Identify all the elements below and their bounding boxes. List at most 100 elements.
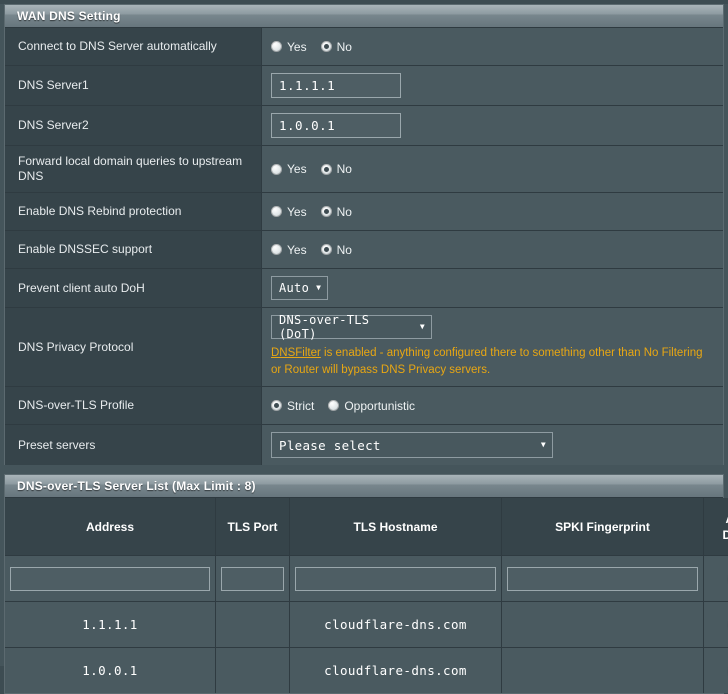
radio-label-no: No bbox=[337, 243, 352, 257]
row-dns-server2: DNS Server2 bbox=[5, 106, 723, 146]
cell-delete-button bbox=[704, 602, 728, 648]
router-dns-settings-page: WAN DNS Setting Connect to DNS Server au… bbox=[0, 4, 728, 666]
label-dns-rebind-protection: Enable DNS Rebind protection bbox=[5, 193, 262, 230]
preset-servers-value: Please select bbox=[279, 438, 381, 453]
prevent-client-auto-doh-dropdown[interactable]: Auto ▼ bbox=[271, 276, 328, 300]
radio-label-no: No bbox=[337, 162, 352, 176]
table-row: 1.1.1.1 cloudflare-dns.com bbox=[5, 602, 728, 648]
radio-label-yes: Yes bbox=[287, 40, 307, 54]
column-header-delete-line: Delete bbox=[708, 527, 728, 543]
value-dnssec-support: Yes No bbox=[262, 231, 723, 268]
column-header-tls-port: TLS Port bbox=[216, 498, 290, 556]
radio-label-no: No bbox=[337, 40, 352, 54]
radio-circle-selected-icon bbox=[321, 164, 332, 175]
cell-new-hostname bbox=[290, 556, 502, 602]
radio-group-dns-over-tls-profile: Strict Opportunistic bbox=[271, 399, 715, 413]
radio-forward-local-no[interactable]: No bbox=[321, 162, 352, 176]
preset-servers-dropdown[interactable]: Please select ▼ bbox=[271, 432, 553, 458]
value-preset-servers: Please select ▼ bbox=[262, 425, 723, 465]
row-connect-dns-automatically: Connect to DNS Server automatically Yes … bbox=[5, 28, 723, 66]
new-tls-hostname-input[interactable] bbox=[295, 567, 496, 591]
column-header-tls-hostname: TLS Hostname bbox=[290, 498, 502, 556]
row-dns-privacy-protocol: DNS Privacy Protocol DNS-over-TLS (DoT) … bbox=[5, 308, 723, 387]
radio-circle-selected-icon bbox=[321, 244, 332, 255]
radio-forward-local-yes[interactable]: Yes bbox=[271, 162, 307, 176]
new-tls-port-input[interactable] bbox=[221, 567, 284, 591]
dns-privacy-protocol-warning-text: is enabled - anything configured there t… bbox=[271, 347, 703, 376]
value-dns-server1 bbox=[262, 66, 723, 105]
radio-circle-icon bbox=[271, 244, 282, 255]
radio-dnssec-yes[interactable]: Yes bbox=[271, 243, 307, 257]
radio-label-yes: Yes bbox=[287, 162, 307, 176]
chevron-down-icon: ▼ bbox=[420, 323, 425, 331]
dns-privacy-protocol-warning: DNSFilter is enabled - anything configur… bbox=[271, 345, 715, 379]
cell-new-address bbox=[5, 556, 216, 602]
chevron-down-icon: ▼ bbox=[541, 441, 546, 449]
radio-rebind-no[interactable]: No bbox=[321, 205, 352, 219]
label-preset-servers: Preset servers bbox=[5, 425, 262, 465]
radio-circle-icon bbox=[328, 400, 339, 411]
radio-circle-selected-icon bbox=[321, 41, 332, 52]
table-row: 1.0.0.1 cloudflare-dns.com bbox=[5, 648, 728, 694]
radio-group-connect-dns-automatically: Yes No bbox=[271, 40, 715, 54]
dns-privacy-protocol-dropdown[interactable]: DNS-over-TLS (DoT) ▼ bbox=[271, 315, 432, 339]
label-dns-privacy-protocol: DNS Privacy Protocol bbox=[5, 308, 262, 386]
value-dns-server2 bbox=[262, 106, 723, 145]
radio-circle-icon bbox=[271, 164, 282, 175]
radio-connect-dns-yes[interactable]: Yes bbox=[271, 40, 307, 54]
cell-new-add-button bbox=[704, 556, 728, 602]
radio-label-yes: Yes bbox=[287, 205, 307, 219]
row-dns-server1: DNS Server1 bbox=[5, 66, 723, 106]
value-connect-dns-automatically: Yes No bbox=[262, 28, 723, 65]
label-connect-dns-automatically: Connect to DNS Server automatically bbox=[5, 28, 262, 65]
label-dns-server1: DNS Server1 bbox=[5, 66, 262, 105]
radio-circle-selected-icon bbox=[271, 400, 282, 411]
dnsfilter-link[interactable]: DNSFilter bbox=[271, 347, 321, 359]
new-address-input[interactable] bbox=[10, 567, 210, 591]
dns-privacy-protocol-value: DNS-over-TLS (DoT) bbox=[279, 313, 413, 341]
radio-profile-opportunistic[interactable]: Opportunistic bbox=[328, 399, 415, 413]
radio-connect-dns-no[interactable]: No bbox=[321, 40, 352, 54]
radio-group-dns-rebind-protection: Yes No bbox=[271, 205, 715, 219]
chevron-down-icon: ▼ bbox=[316, 284, 321, 292]
radio-label-no: No bbox=[337, 205, 352, 219]
column-header-add-delete: Add / Delete bbox=[704, 498, 728, 556]
value-prevent-client-auto-doh: Auto ▼ bbox=[262, 269, 723, 307]
column-header-add-line: Add / bbox=[708, 511, 728, 527]
cell-tls-port bbox=[216, 648, 290, 694]
radio-rebind-yes[interactable]: Yes bbox=[271, 205, 307, 219]
cell-address: 1.0.0.1 bbox=[5, 648, 216, 694]
dns-server1-input[interactable] bbox=[271, 73, 401, 98]
row-dnssec-support: Enable DNSSEC support Yes No bbox=[5, 231, 723, 269]
table-header-row: Address TLS Port TLS Hostname SPKI Finge… bbox=[5, 498, 728, 556]
dns-over-tls-server-table: Address TLS Port TLS Hostname SPKI Finge… bbox=[5, 498, 728, 693]
cell-spki-fingerprint bbox=[502, 648, 704, 694]
radio-label-opportunistic: Opportunistic bbox=[344, 399, 415, 413]
cell-new-port bbox=[216, 556, 290, 602]
new-spki-fingerprint-input[interactable] bbox=[507, 567, 698, 591]
dns-over-tls-server-list-title: DNS-over-TLS Server List (Max Limit : 8) bbox=[5, 475, 723, 498]
column-header-spki-fingerprint: SPKI Fingerprint bbox=[502, 498, 704, 556]
cell-delete-button bbox=[704, 648, 728, 694]
row-dns-rebind-protection: Enable DNS Rebind protection Yes No bbox=[5, 193, 723, 231]
cell-address: 1.1.1.1 bbox=[5, 602, 216, 648]
column-header-address: Address bbox=[5, 498, 216, 556]
label-dnssec-support: Enable DNSSEC support bbox=[5, 231, 262, 268]
value-dns-over-tls-profile: Strict Opportunistic bbox=[262, 387, 723, 424]
row-preset-servers: Preset servers Please select ▼ bbox=[5, 425, 723, 465]
cell-tls-hostname: cloudflare-dns.com bbox=[290, 648, 502, 694]
value-forward-local-queries: Yes No bbox=[262, 146, 723, 192]
radio-dnssec-no[interactable]: No bbox=[321, 243, 352, 257]
radio-circle-selected-icon bbox=[321, 206, 332, 217]
radio-profile-strict[interactable]: Strict bbox=[271, 399, 314, 413]
cell-new-spki bbox=[502, 556, 704, 602]
label-dns-over-tls-profile: DNS-over-TLS Profile bbox=[5, 387, 262, 424]
value-dns-rebind-protection: Yes No bbox=[262, 193, 723, 230]
cell-tls-hostname: cloudflare-dns.com bbox=[290, 602, 502, 648]
radio-circle-icon bbox=[271, 41, 282, 52]
radio-group-forward-local-queries: Yes No bbox=[271, 162, 715, 176]
dns-server2-input[interactable] bbox=[271, 113, 401, 138]
dns-over-tls-server-list-panel: DNS-over-TLS Server List (Max Limit : 8)… bbox=[4, 474, 724, 694]
wan-dns-setting-panel: WAN DNS Setting Connect to DNS Server au… bbox=[4, 4, 724, 465]
label-dns-server2: DNS Server2 bbox=[5, 106, 262, 145]
